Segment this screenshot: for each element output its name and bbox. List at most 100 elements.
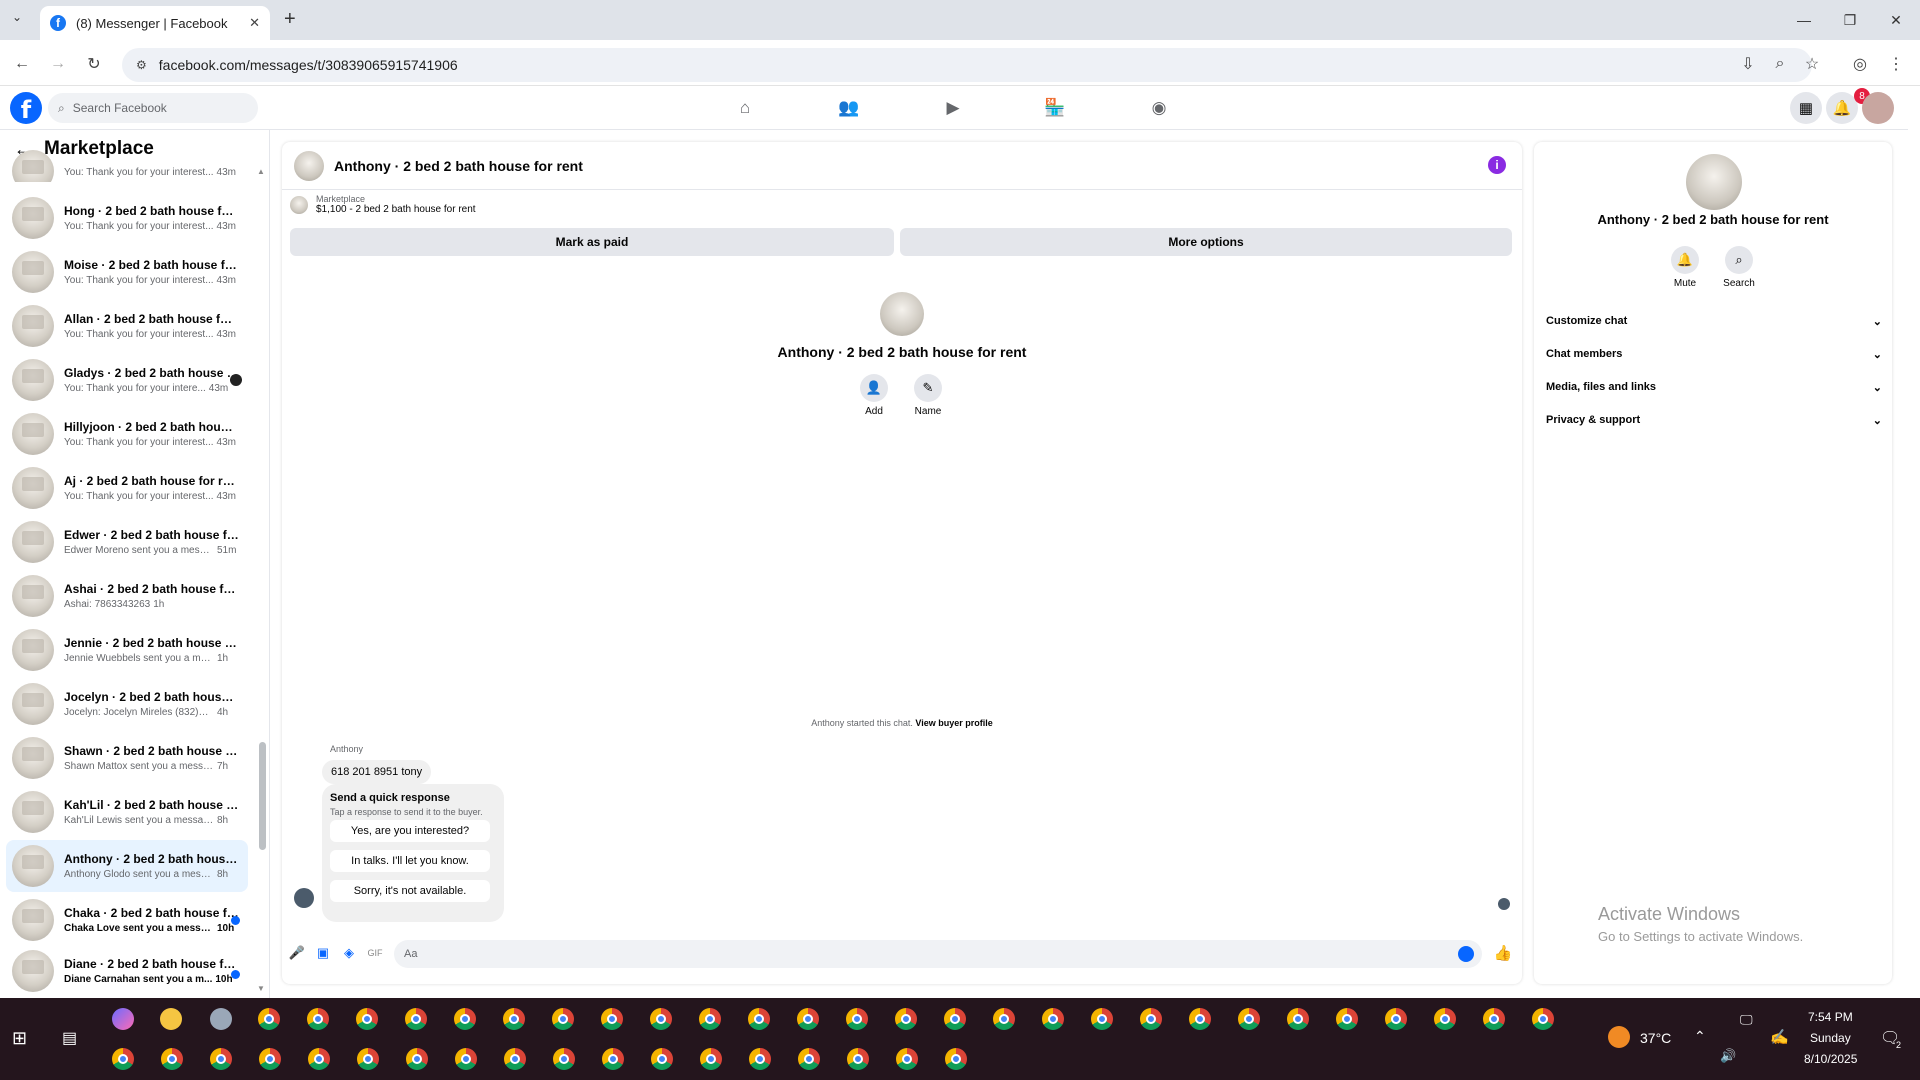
chrome-taskbar-icon[interactable] — [504, 1048, 526, 1070]
list-item[interactable]: Aj · 2 bed 2 bath house for rent You: Tha… — [6, 462, 248, 514]
task-view-icon[interactable]: ▤ — [62, 1028, 77, 1048]
chrome-taskbar-icon[interactable] — [798, 1048, 820, 1070]
chrome-taskbar-icon[interactable] — [749, 1048, 771, 1070]
chat-avatar[interactable] — [294, 150, 324, 181]
forward-icon[interactable]: → — [46, 52, 70, 76]
chrome-taskbar-icon[interactable] — [357, 1048, 379, 1070]
chrome-taskbar-icon[interactable] — [797, 1008, 819, 1030]
browser-menu-icon[interactable]: ⋮ — [1884, 52, 1908, 76]
facebook-logo-icon[interactable]: f — [10, 92, 42, 124]
chrome-taskbar-icon[interactable] — [651, 1048, 673, 1070]
chrome-taskbar-icon[interactable] — [1385, 1008, 1407, 1030]
chat-members-section[interactable]: Chat members ⌄ — [1546, 339, 1882, 369]
page-scrollbar[interactable] — [1908, 86, 1920, 998]
search-button[interactable]: ⌕ Search — [1714, 246, 1764, 289]
install-icon[interactable]: ⇩ — [1736, 52, 1760, 76]
back-icon[interactable]: ← — [10, 52, 34, 76]
volume-icon[interactable]: 🔊 — [1720, 1048, 1736, 1064]
list-item[interactable]: Hong · 2 bed 2 bath house for r... You: T… — [6, 192, 248, 244]
chrome-taskbar-icon[interactable] — [455, 1048, 477, 1070]
customize-chat-section[interactable]: Customize chat ⌄ — [1546, 306, 1882, 336]
chrome-taskbar-icon[interactable] — [553, 1048, 575, 1070]
marketplace-icon[interactable]: 🏪 — [1042, 96, 1068, 120]
photo-icon[interactable]: ▣ — [314, 944, 332, 962]
sticker-icon[interactable]: ◈ — [340, 944, 358, 962]
list-item[interactable]: Hillyjoon · 2 bed 2 bath house f... You: … — [6, 408, 248, 460]
scroll-down-icon[interactable]: ▼ — [257, 984, 265, 993]
chrome-taskbar-icon[interactable] — [161, 1048, 183, 1070]
mark-as-paid-button[interactable]: Mark as paid — [290, 228, 894, 256]
restore-button[interactable]: ❐ — [1828, 8, 1872, 32]
list-item[interactable]: Allan · 2 bed 2 bath house for r... You: … — [6, 300, 248, 352]
list-item[interactable]: Gladys · 2 bed 2 bath house f... You: Tha… — [6, 354, 248, 406]
chrome-taskbar-icon[interactable] — [944, 1008, 966, 1030]
account-avatar[interactable] — [1862, 92, 1894, 124]
mute-button[interactable]: 🔔 Mute — [1660, 246, 1710, 289]
quick-response-option[interactable]: Yes, are you interested? — [330, 820, 490, 842]
chrome-taskbar-icon[interactable] — [210, 1048, 232, 1070]
bookmark-star-icon[interactable]: ☆ — [1800, 52, 1824, 76]
chrome-taskbar-icon[interactable] — [1532, 1008, 1554, 1030]
new-tab-button[interactable]: + — [284, 8, 296, 31]
chrome-taskbar-icon[interactable] — [1483, 1008, 1505, 1030]
friends-icon[interactable]: 👥 — [836, 96, 862, 120]
privacy-support-section[interactable]: Privacy & support ⌄ — [1546, 405, 1882, 435]
chrome-taskbar-icon[interactable] — [748, 1008, 770, 1030]
list-item[interactable]: Moise · 2 bed 2 bath house for ... You: T… — [6, 246, 248, 298]
quick-response-option[interactable]: Sorry, it's not available. — [330, 880, 490, 902]
list-item-active[interactable]: Anthony · 2 bed 2 bath house f... Anthony… — [6, 840, 248, 892]
chrome-taskbar-icon[interactable] — [259, 1048, 281, 1070]
app-icon[interactable] — [210, 1008, 232, 1030]
chrome-taskbar-icon[interactable] — [945, 1048, 967, 1070]
menu-grid-icon[interactable]: ▦ — [1790, 92, 1822, 124]
chrome-taskbar-icon[interactable] — [1434, 1008, 1456, 1030]
list-item[interactable]: Diane · 2 bed 2 bath house fo... Diane Ca… — [6, 948, 248, 994]
message-input[interactable]: Aa — [394, 940, 1482, 968]
like-thumb-icon[interactable]: 👍 — [1494, 944, 1513, 962]
chrome-taskbar-icon[interactable] — [1140, 1008, 1162, 1030]
copilot-icon[interactable] — [112, 1008, 134, 1030]
chrome-taskbar-icon[interactable] — [307, 1008, 329, 1030]
list-item[interactable]: Jennie · 2 bed 2 bath house for ... Jenni… — [6, 624, 248, 676]
close-window-button[interactable]: ✕ — [1874, 8, 1918, 32]
chrome-taskbar-icon[interactable] — [700, 1048, 722, 1070]
groups-icon[interactable]: ◉ — [1146, 96, 1172, 120]
chrome-taskbar-icon[interactable] — [258, 1008, 280, 1030]
chrome-taskbar-icon[interactable] — [552, 1008, 574, 1030]
emoji-icon[interactable] — [1458, 946, 1474, 962]
clock-day[interactable]: Sunday — [1810, 1031, 1851, 1045]
chrome-taskbar-icon[interactable] — [406, 1048, 428, 1070]
list-item[interactable]: Chaka · 2 bed 2 bath house fo... Chaka Lo… — [6, 894, 248, 946]
chrome-taskbar-icon[interactable] — [993, 1008, 1015, 1030]
chrome-taskbar-icon[interactable] — [454, 1008, 476, 1030]
chrome-taskbar-icon[interactable] — [699, 1008, 721, 1030]
chrome-taskbar-icon[interactable] — [896, 1048, 918, 1070]
chrome-taskbar-icon[interactable] — [405, 1008, 427, 1030]
scroll-up-icon[interactable]: ▲ — [257, 167, 265, 176]
list-item[interactable]: Kah'Lil · 2 bed 2 bath house for ... Kah'… — [6, 786, 248, 838]
chrome-taskbar-icon[interactable] — [1042, 1008, 1064, 1030]
file-explorer-icon[interactable] — [160, 1008, 182, 1030]
pen-icon[interactable]: ✍ — [1770, 1028, 1789, 1046]
chrome-taskbar-icon[interactable] — [1238, 1008, 1260, 1030]
tray-chevron-icon[interactable]: ⌃ — [1694, 1028, 1706, 1045]
chrome-taskbar-icon[interactable] — [1336, 1008, 1358, 1030]
info-icon[interactable]: i — [1488, 156, 1506, 174]
chrome-taskbar-icon[interactable] — [846, 1008, 868, 1030]
clock-date[interactable]: 8/10/2025 — [1804, 1052, 1857, 1066]
close-tab-icon[interactable]: ✕ — [249, 15, 260, 31]
view-buyer-profile-link[interactable]: View buyer profile — [915, 718, 992, 728]
reload-icon[interactable]: ↻ — [82, 52, 106, 76]
home-icon[interactable]: ⌂ — [732, 96, 758, 120]
video-icon[interactable]: ▶ — [940, 96, 966, 120]
more-options-button[interactable]: More options — [900, 228, 1512, 256]
windows-start-icon[interactable]: ⊞ — [12, 1028, 27, 1049]
list-item[interactable]: You: Thank you for your interest... 43m — [6, 146, 248, 182]
chrome-taskbar-icon[interactable] — [308, 1048, 330, 1070]
name-button[interactable]: ✎ Name — [898, 374, 958, 417]
clock-time[interactable]: 7:54 PM — [1808, 1010, 1853, 1024]
network-icon[interactable]: 🖵 — [1740, 1012, 1753, 1028]
profile-icon[interactable]: ◎ — [1848, 52, 1872, 76]
add-button[interactable]: 👤 Add — [844, 374, 904, 417]
message-bubble[interactable]: 618 201 8951 tony — [322, 760, 432, 784]
